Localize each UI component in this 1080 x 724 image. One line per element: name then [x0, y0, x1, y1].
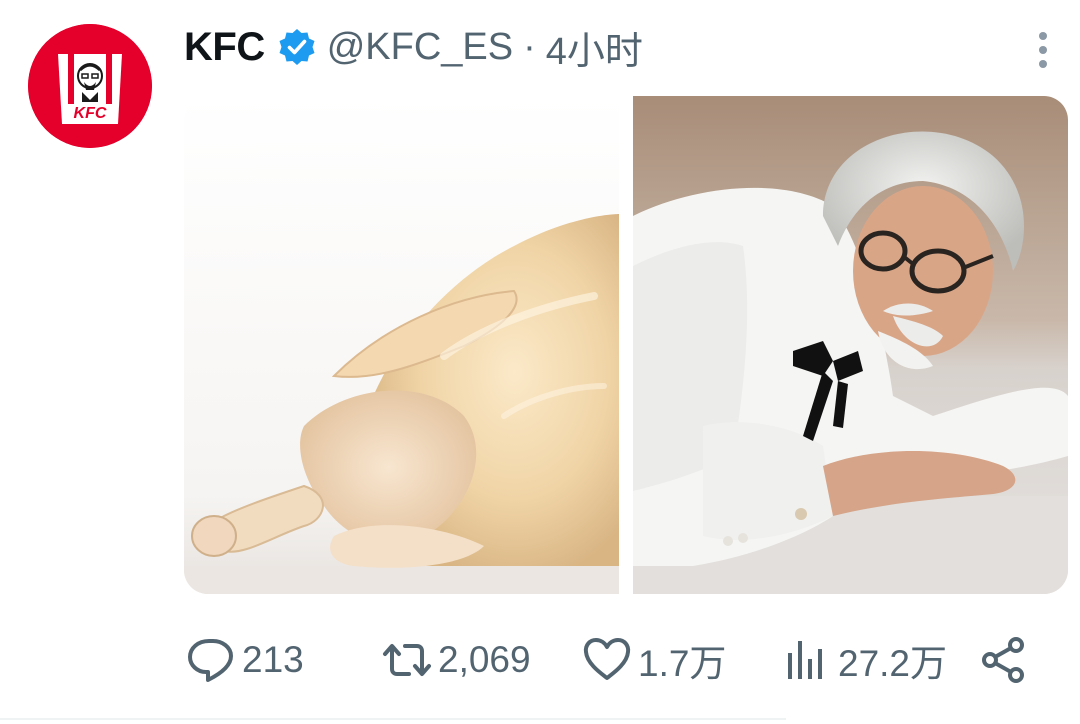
- like-button[interactable]: 1.7万: [582, 630, 726, 690]
- more-vertical-icon[interactable]: [1030, 28, 1056, 72]
- share-button[interactable]: [978, 630, 1028, 690]
- retweet-icon: [383, 644, 431, 676]
- retweet-button[interactable]: 2,069: [382, 630, 531, 690]
- views-button[interactable]: 27.2万: [782, 630, 947, 690]
- kfc-logo-text: KFC: [74, 105, 107, 122]
- divider: [0, 718, 786, 720]
- separator-dot: ·: [523, 25, 536, 68]
- reply-button[interactable]: 213: [186, 630, 304, 690]
- timestamp[interactable]: 4小时: [546, 20, 643, 75]
- media-grid: [184, 96, 1068, 594]
- views-count: 27.2万: [838, 643, 948, 684]
- views-icon: [788, 641, 822, 679]
- reply-icon: [188, 639, 233, 682]
- like-count: 1.7万: [638, 643, 727, 684]
- tweet: KFC KFC @KFC_ES · 4小时 213 2,069 1.7万 27.…: [0, 0, 1080, 724]
- share-icon: [982, 637, 1024, 683]
- user-handle[interactable]: @KFC_ES: [327, 26, 513, 69]
- heart-icon: [583, 638, 631, 680]
- raw-chicken-photo: [184, 96, 619, 594]
- colonel-lying-photo: [633, 96, 1068, 594]
- tweet-header: KFC @KFC_ES · 4小时: [184, 20, 643, 75]
- kfc-logo-icon: KFC: [28, 24, 152, 148]
- action-bar: 213 2,069 1.7万 27.2万: [186, 630, 1036, 690]
- retweet-count: 2,069: [438, 639, 531, 680]
- media-image-chicken[interactable]: [184, 96, 619, 594]
- verified-badge-icon: [279, 29, 315, 65]
- avatar[interactable]: KFC: [28, 24, 152, 148]
- display-name[interactable]: KFC: [184, 25, 265, 70]
- media-image-colonel[interactable]: [633, 96, 1068, 594]
- reply-count: 213: [242, 639, 304, 680]
